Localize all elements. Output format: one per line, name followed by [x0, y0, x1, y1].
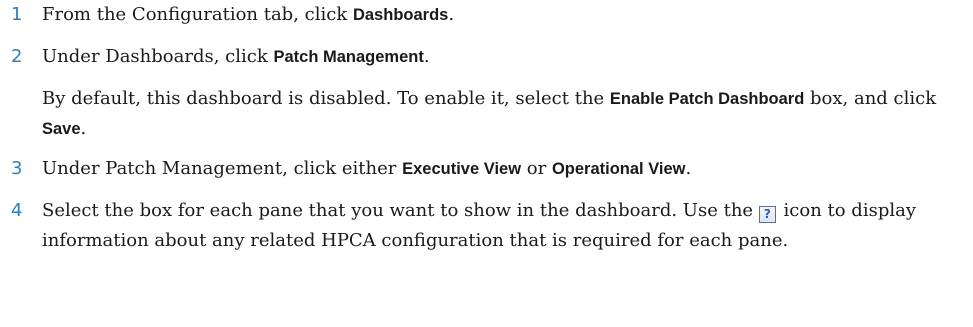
note-text-part: . — [80, 118, 87, 139]
ui-term: Dashboards — [352, 6, 449, 24]
ui-term: Save — [42, 120, 81, 138]
step-number: 3 — [11, 158, 23, 179]
step-text-part: Under Dashboards, click — [42, 46, 274, 67]
step-text-part: From the Configuration tab, click — [42, 4, 353, 25]
step-text-part: or — [521, 158, 552, 179]
step-text: Under Patch Management, click either Exe… — [42, 154, 965, 184]
step-text-part: Under Patch Management, click either — [42, 158, 403, 179]
step-number: 2 — [11, 46, 23, 67]
step-number: 4 — [11, 200, 23, 221]
step-text: Under Dashboards, click Patch Management… — [42, 42, 965, 72]
ui-term: Executive View — [402, 160, 522, 178]
step-text: From the Configuration tab, click Dashbo… — [42, 0, 965, 30]
step-text-part: . — [685, 158, 692, 179]
step-text-part: . — [423, 46, 430, 67]
step-text-part: . — [448, 4, 455, 25]
note-text-part: box, and click — [804, 88, 937, 109]
note-text-part: By default, this dashboard is disabled. … — [42, 88, 610, 109]
ui-term: Operational View — [551, 160, 686, 178]
ui-term: Patch Management — [273, 48, 424, 66]
step-text-part: Select the box for each pane that you wa… — [42, 200, 759, 221]
note-text: By default, this dashboard is disabled. … — [42, 84, 965, 144]
step-text: Select the box for each pane that you wa… — [42, 196, 965, 256]
help-icon: ? — [758, 206, 776, 223]
ui-term: Enable Patch Dashboard — [609, 90, 805, 108]
step-number: 1 — [11, 4, 23, 25]
